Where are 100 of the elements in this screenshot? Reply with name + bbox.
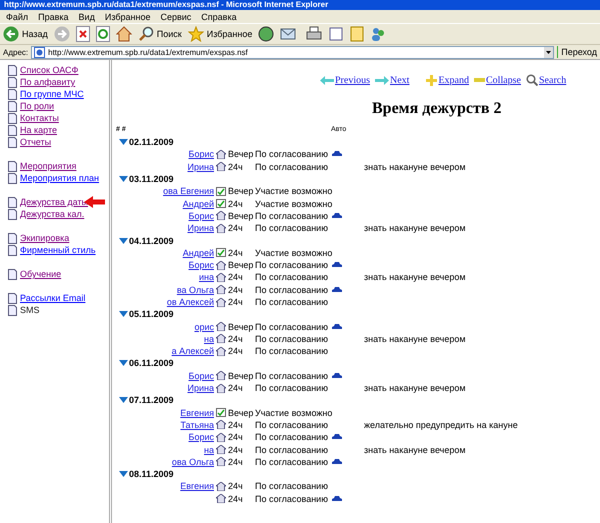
users-icon[interactable] xyxy=(370,26,386,42)
time-cell-text: 24ч xyxy=(228,383,244,394)
status-cell-text: По согласованию xyxy=(255,223,329,234)
menu-item[interactable]: Избранное xyxy=(104,12,150,22)
refresh-icon[interactable] xyxy=(96,26,110,42)
sidebar-link[interactable]: Контакты xyxy=(20,113,59,123)
expand-triangle-icon[interactable] xyxy=(119,176,128,182)
search-link[interactable]: Search xyxy=(526,74,566,86)
name-link[interactable]: орис xyxy=(194,322,214,332)
next-link[interactable]: Next xyxy=(375,74,410,86)
expand-triangle-icon[interactable] xyxy=(119,139,128,146)
sidebar-link[interactable]: По роли xyxy=(20,101,54,111)
menu-item[interactable]: Файл xyxy=(6,12,28,22)
sidebar-link[interactable]: На карте xyxy=(20,125,57,135)
status-cell-text: По согласованию xyxy=(255,272,329,282)
back-button[interactable]: Назад xyxy=(3,26,48,42)
page-icon xyxy=(8,244,17,256)
sidebar-link[interactable]: Экипировка xyxy=(20,233,70,243)
status-cell: Участие возможно xyxy=(255,248,332,258)
media-icon[interactable] xyxy=(258,26,274,42)
sidebar-link[interactable]: По алфавиту xyxy=(20,77,76,87)
page-icon xyxy=(8,172,17,184)
sidebar-link[interactable]: Отчеты xyxy=(20,137,52,147)
name-link[interactable]: Борис xyxy=(188,149,214,160)
sidebar-item: SMS xyxy=(20,305,40,315)
menu-item[interactable]: Правка xyxy=(38,12,69,22)
name-link[interactable]: Борис xyxy=(188,260,214,270)
name-link[interactable]: на xyxy=(204,444,214,455)
expand-triangle-icon[interactable] xyxy=(119,360,128,366)
sidebar-link[interactable]: По группе МЧС xyxy=(20,89,84,99)
status-cell: Участие возможно xyxy=(255,186,332,196)
name-link[interactable]: Андрей xyxy=(182,198,214,209)
name-link[interactable]: Татьяна xyxy=(180,420,214,430)
date-label: 07.11.2009 xyxy=(129,395,174,406)
time-cell-text: Вечер xyxy=(228,149,254,160)
time-cell-text: Вечер xyxy=(228,322,254,332)
name-link[interactable]: ва Ольга xyxy=(176,284,214,295)
menu-item[interactable]: Справка xyxy=(201,12,237,22)
status-cell-text: По согласованию xyxy=(255,420,329,430)
sidebar-link[interactable]: Мероприятия план xyxy=(20,173,100,183)
car-icon xyxy=(332,212,342,219)
home-icon[interactable] xyxy=(116,26,132,42)
page-icon xyxy=(8,160,17,172)
name-link[interactable]: Борис xyxy=(188,370,214,381)
name-link[interactable]: Борис xyxy=(188,210,214,221)
sidebar-link[interactable]: Мероприятия xyxy=(20,161,76,171)
name-link[interactable]: Андрей xyxy=(182,248,214,258)
name-link[interactable]: ова Евгения xyxy=(163,186,214,196)
sidebar-link[interactable]: Рассылки Email xyxy=(20,293,86,303)
expand-triangle-icon[interactable] xyxy=(119,311,128,318)
printer-icon[interactable] xyxy=(306,26,322,42)
collapse-link[interactable]: Collapse xyxy=(474,74,521,86)
status-cell-text: По согласованию xyxy=(255,432,329,442)
stop-icon[interactable] xyxy=(76,26,90,42)
sidebar-link[interactable]: Фирменный стиль xyxy=(20,245,96,255)
menu-item[interactable]: Вид xyxy=(78,12,95,22)
page-icon xyxy=(8,268,17,280)
name-link[interactable]: ов Алексей xyxy=(166,297,214,307)
name-link[interactable]: ина xyxy=(198,272,214,282)
sidebar-link[interactable]: Список ОАСФ xyxy=(20,65,78,75)
page-icon xyxy=(8,88,17,100)
name-link[interactable]: Борис xyxy=(188,432,214,442)
note-icon[interactable] xyxy=(350,26,364,42)
name-link[interactable]: на xyxy=(204,334,214,344)
name-link[interactable]: ова Ольга xyxy=(172,456,214,467)
status-cell-text: По согласованию xyxy=(255,383,329,394)
note-cell: желательно предупредить на кануне xyxy=(364,420,518,430)
status-cell-text: По согласованию xyxy=(255,284,329,295)
expand-triangle-icon[interactable] xyxy=(119,471,128,478)
note-cell: знать накануне вечером xyxy=(364,334,466,344)
date-label: 08.11.2009 xyxy=(129,469,174,480)
time-cell-text: 24ч xyxy=(228,444,244,455)
previous-link[interactable]: Previous xyxy=(320,74,370,86)
expand-triangle-icon[interactable] xyxy=(119,238,128,244)
name-link[interactable]: Ирина xyxy=(188,162,214,172)
name-link[interactable]: Евгения xyxy=(180,481,214,492)
name-link[interactable]: Евгения xyxy=(180,408,214,418)
dropdown-icon[interactable] xyxy=(544,46,553,58)
name-link[interactable]: Ирина xyxy=(188,383,214,394)
page-icon xyxy=(8,304,17,316)
check-icon xyxy=(216,248,226,258)
expand-link[interactable]: Expand xyxy=(426,74,469,86)
sidebar-link[interactable]: Обучение xyxy=(20,269,62,279)
status-cell-text: По согласованию xyxy=(255,149,329,160)
favorites-button[interactable]: Избранное xyxy=(188,26,252,42)
time-cell-text: 24ч xyxy=(228,162,244,172)
sidebar-link[interactable]: Дежурства кал. xyxy=(20,209,84,219)
address-field[interactable]: http://www.extremum.spb.ru/data1/extremum/exspas.nsf xyxy=(31,46,554,58)
check-icon xyxy=(216,186,226,196)
expand-triangle-icon[interactable] xyxy=(119,397,128,404)
name-link[interactable]: а Алексей xyxy=(172,346,214,356)
note-cell: знать накануне вечером xyxy=(364,383,466,394)
status-cell-text: По согласованию xyxy=(255,370,329,381)
search-button[interactable]: Поиск xyxy=(138,26,182,42)
go-button[interactable]: Переход xyxy=(557,46,597,58)
check-icon xyxy=(216,408,226,418)
menu-item[interactable]: Сервис xyxy=(160,12,192,22)
page-icon xyxy=(8,64,17,76)
document-icon[interactable] xyxy=(328,26,344,42)
name-link[interactable]: Ирина xyxy=(188,223,214,234)
